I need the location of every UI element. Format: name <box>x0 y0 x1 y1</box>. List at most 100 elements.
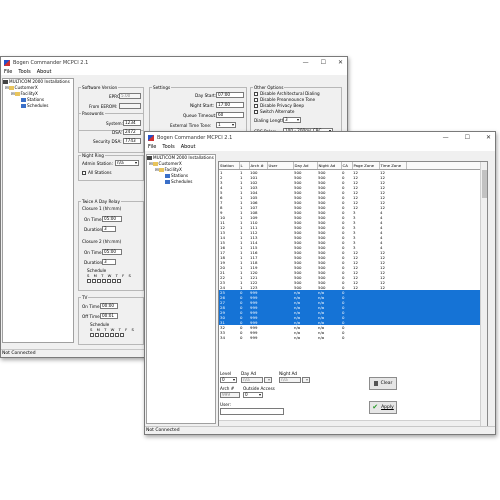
night-ring-group: Night Ring Admin Station: n/a All Statio… <box>78 153 144 181</box>
dialing-length-select[interactable]: 3 <box>283 117 301 123</box>
status-bar: Not Connected <box>145 426 495 434</box>
tv-day-checkboxes[interactable] <box>90 333 124 337</box>
col-l[interactable]: L <box>239 162 250 170</box>
tree-root[interactable]: MULTICOM 2000 Installations <box>3 79 73 85</box>
day-ad-field[interactable]: n/a <box>241 377 263 383</box>
folder-icon <box>8 86 14 90</box>
menu-tools[interactable]: Tools <box>162 144 174 150</box>
cell-day-ad: n/a <box>294 334 301 340</box>
schedule-icon <box>21 104 26 108</box>
admin-station-select[interactable]: n/a <box>115 160 139 166</box>
disable-privacy-beep-checkbox[interactable]: Disable Privacy Beep <box>254 103 304 108</box>
maximize-button[interactable]: ☐ <box>321 57 326 68</box>
closure2-duration[interactable]: 3 <box>102 259 116 265</box>
passwords-group: Passwords System: 1234 DSA: 2472 Securit… <box>78 111 144 153</box>
external-time-tone-select[interactable]: 1 <box>216 122 236 128</box>
outside-access-select[interactable]: 0 <box>243 392 263 398</box>
closure1-duration[interactable]: 3 <box>102 226 116 232</box>
table-row[interactable]: 34 0 999 n/a n/a 0 <box>219 335 482 340</box>
night-ad-dropdown[interactable] <box>302 377 310 383</box>
window-title: Bogen Commander MCPCI 2.1 <box>157 134 233 141</box>
menu-about[interactable]: About <box>37 69 52 75</box>
col-time-zone[interactable]: Time Zone <box>379 162 407 170</box>
cell-page-zone <box>352 335 379 340</box>
cell-station: 34 <box>220 334 225 340</box>
arch-field[interactable]: 999 <box>220 392 240 398</box>
front-title-bar: Bogen Commander MCPCI 2.1 — ☐ ✕ <box>145 132 495 143</box>
app-icon <box>4 59 10 66</box>
queue-timeout-field[interactable]: 60 <box>216 112 244 118</box>
level-select[interactable]: 0 <box>220 377 237 383</box>
app-icon <box>148 134 154 141</box>
closure1-on-time[interactable]: 05:00 <box>102 216 122 222</box>
scrollbar-thumb[interactable] <box>482 170 487 198</box>
tree-schedules[interactable]: Schedules <box>3 103 73 109</box>
system-password-field[interactable]: 1234 <box>123 120 141 126</box>
cell-ca: 0 <box>342 334 345 340</box>
closure2-on-time[interactable]: 05:00 <box>102 249 122 255</box>
computer-icon <box>147 156 152 160</box>
table-body: 1 1 100 500 500 0 12 12 2 1 101 500 500 0 12 12 3 1 102 500… <box>219 169 482 340</box>
menu-bar: File Tools About <box>145 143 495 151</box>
menu-about[interactable]: About <box>181 144 196 150</box>
night-ad-field[interactable]: n/a <box>279 377 301 383</box>
col-ca[interactable]: CA <box>341 162 353 170</box>
vertical-scrollbar[interactable] <box>480 162 487 426</box>
tv-off-time[interactable]: 00:01 <box>100 313 118 319</box>
col-page-zone[interactable]: Page Zone <box>352 162 380 170</box>
all-stations-checkbox[interactable]: All Stations <box>82 170 112 175</box>
stations-icon <box>165 174 170 178</box>
cell-l: 0 <box>240 334 243 340</box>
front-window: Bogen Commander MCPCI 2.1 — ☐ ✕ File Too… <box>144 131 496 435</box>
night-start-field[interactable]: 17:00 <box>216 102 244 108</box>
dsa-password-field[interactable]: 2472 <box>123 129 141 135</box>
cell-night-ad: n/a <box>318 334 325 340</box>
security-dsa-field[interactable]: 7743 <box>123 138 141 144</box>
clear-button[interactable]: Clear <box>369 377 397 390</box>
computer-icon <box>3 80 8 84</box>
user-field[interactable] <box>220 408 284 415</box>
window-title: Bogen Commander MCPCI 2.1 <box>13 59 89 66</box>
menu-file[interactable]: File <box>4 69 12 75</box>
col-day-ad[interactable]: Day Ad <box>293 162 318 170</box>
cell-user <box>267 335 293 340</box>
menu-bar: File Tools About <box>1 68 347 75</box>
installation-tree: MULTICOM 2000 Installations ⊟ CustomerX ⊟… <box>2 78 74 343</box>
table-header: Station L Arch # User Day Ad Night Ad CA… <box>219 162 483 170</box>
trash-icon <box>373 381 378 386</box>
day-ad-dropdown[interactable] <box>264 377 272 383</box>
schedule-icon <box>165 180 170 184</box>
folder-icon <box>14 92 20 96</box>
relay-group: Twice A Day Relay Closure 1 (hh:mm) On T… <box>78 199 144 291</box>
cell-time-zone <box>379 335 406 340</box>
settings-group: Settings Day Start: 07:00 Night Start: 1… <box>149 85 247 137</box>
col-arch[interactable]: Arch # <box>249 162 268 170</box>
back-title-bar: Bogen Commander MCPCI 2.1 — ☐ ✕ <box>1 57 347 68</box>
tree-schedules[interactable]: Schedules <box>147 179 215 185</box>
close-button[interactable]: ✕ <box>486 132 491 143</box>
minimize-button[interactable]: — <box>303 57 309 68</box>
from-eeprom-field <box>119 103 141 109</box>
menu-tools[interactable]: Tools <box>18 69 30 75</box>
eprom-field: 5.00 <box>119 93 141 99</box>
checkmark-icon: ✔ <box>372 403 379 411</box>
disable-architectural-dialing-checkbox[interactable]: Disable Architectural Dialing <box>254 91 320 96</box>
tv-on-time[interactable]: 00:00 <box>100 303 118 309</box>
menu-file[interactable]: File <box>148 144 156 150</box>
switch-alternate-checkbox[interactable]: Switch Alternate <box>254 109 295 114</box>
folder-icon <box>152 162 158 166</box>
apply-button[interactable]: ✔ Apply <box>369 401 397 414</box>
cell-arch: 999 <box>250 334 258 340</box>
day-start-field[interactable]: 07:00 <box>216 92 244 98</box>
tv-group: TV On Time: 00:00 Off Time: 00:01 Schedu… <box>78 295 144 345</box>
stations-icon <box>21 98 26 102</box>
close-button[interactable]: ✕ <box>338 57 343 68</box>
col-station[interactable]: Station <box>219 162 240 170</box>
col-night-ad[interactable]: Night Ad <box>317 162 342 170</box>
maximize-button[interactable]: ☐ <box>465 132 470 143</box>
minimize-button[interactable]: — <box>443 132 449 143</box>
folder-icon <box>158 168 164 172</box>
disable-preannounce-tone-checkbox[interactable]: Disable Preannounce Tone <box>254 97 315 102</box>
col-user[interactable]: User <box>267 162 294 170</box>
relay-day-checkboxes[interactable] <box>87 279 121 283</box>
